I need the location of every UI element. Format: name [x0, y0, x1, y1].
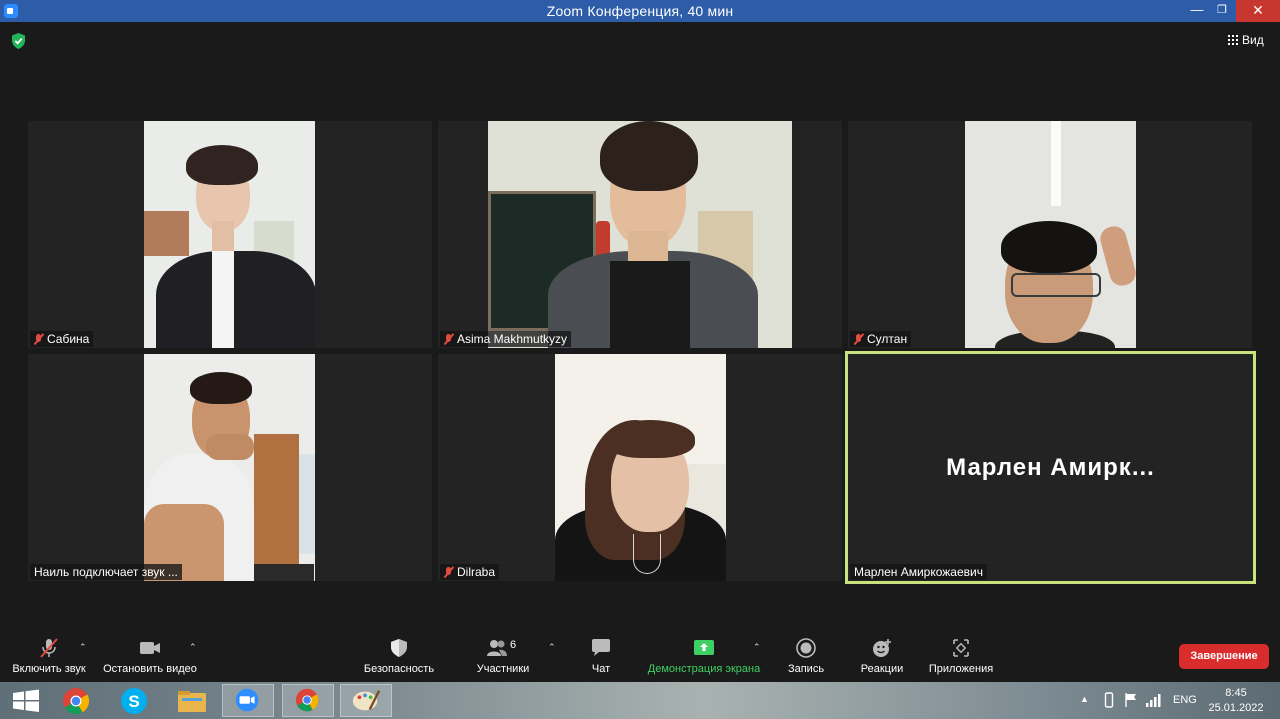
zoom-window: Zoom Конференция, 40 мин — ❐ ✕ Вид Сабин… — [0, 0, 1280, 719]
flag-icon[interactable] — [1124, 692, 1138, 708]
reactions-button[interactable]: Реакции — [852, 630, 912, 682]
network-signal-icon[interactable] — [1145, 692, 1161, 708]
smiley-plus-icon — [873, 639, 891, 657]
windows-taskbar: S ▲ ENG 8:45 25.01.2022 — [0, 682, 1280, 719]
people-icon — [487, 640, 507, 656]
apps-label: Приложения — [928, 663, 994, 675]
muted-microphone-icon — [34, 333, 43, 345]
apps-icon — [953, 639, 969, 657]
shield-icon — [391, 639, 407, 657]
share-screen-label: Демонстрация экрана — [647, 663, 761, 675]
view-label: Вид — [1242, 33, 1264, 47]
skype-icon[interactable]: S — [108, 684, 160, 717]
participant-name-tag: Asima Makhmutkyzy — [440, 331, 572, 347]
participant-name: Dilraba — [457, 565, 496, 579]
muted-microphone-icon — [444, 333, 453, 345]
paint-palette-icon — [352, 690, 381, 711]
audio-options-caret[interactable]: ⌃ — [79, 642, 87, 653]
participant-tile[interactable]: Наиль подключает звук ... — [28, 354, 432, 581]
windows-start-icon[interactable] — [0, 684, 52, 717]
participant-name: Наиль подключает звук ... — [34, 565, 178, 579]
participant-name-tag: Марлен Амиркожаевич — [850, 564, 987, 580]
share-screen-button[interactable]: Демонстрация экрана — [644, 630, 764, 682]
reactions-label: Реакции — [860, 663, 904, 675]
apps-button[interactable]: Приложения — [922, 630, 1000, 682]
participant-name-tag: Султан — [850, 331, 912, 347]
security-button[interactable]: Безопасность — [357, 630, 441, 682]
participant-name-tag: Dilraba — [440, 564, 500, 580]
participant-tile[interactable]: Asima Makhmutkyzy — [438, 121, 842, 348]
stop-video-label: Остановить видео — [103, 663, 197, 675]
chrome-icon — [295, 688, 319, 712]
muted-microphone-icon — [854, 333, 863, 345]
view-button[interactable]: Вид — [1228, 31, 1264, 49]
participant-video — [144, 121, 315, 348]
participant-tile[interactable]: Сабина — [28, 121, 432, 348]
record-label: Запись — [787, 663, 825, 675]
muted-microphone-icon — [40, 638, 58, 658]
show-hidden-icons-caret[interactable]: ▲ — [1080, 694, 1089, 719]
input-language[interactable]: ENG — [1173, 694, 1197, 719]
paint-taskbar-button[interactable] — [340, 684, 392, 717]
end-meeting-button[interactable]: Завершение — [1179, 644, 1269, 669]
share-options-caret[interactable]: ⌃ — [753, 642, 761, 653]
participants-count: 6 — [510, 639, 517, 651]
shield-check-icon[interactable] — [11, 33, 26, 49]
zoom-taskbar-button[interactable] — [222, 684, 274, 717]
record-button[interactable]: Запись — [780, 630, 832, 682]
video-camera-icon — [140, 642, 160, 654]
security-label: Безопасность — [363, 663, 435, 675]
chat-label: Чат — [591, 663, 611, 675]
meeting-toolbar: Включить звук ⌃ Остановить видео ⌃ Безоп… — [0, 630, 1280, 682]
chat-button[interactable]: Чат — [576, 630, 626, 682]
chrome-icon[interactable] — [50, 684, 102, 717]
muted-microphone-icon — [444, 566, 453, 578]
share-screen-icon — [694, 640, 714, 655]
clock-time: 8:45 — [1225, 687, 1247, 699]
minimize-button[interactable]: — — [1183, 0, 1211, 22]
unmute-button[interactable]: Включить звук — [4, 630, 94, 682]
participant-name-tag: Наиль подключает звук ... — [30, 564, 182, 580]
file-explorer-icon[interactable] — [166, 684, 218, 717]
participant-video — [965, 121, 1136, 348]
title-bar: Zoom Конференция, 40 мин — ❐ ✕ — [0, 0, 1280, 22]
restore-button[interactable]: ❐ — [1208, 0, 1236, 22]
active-speaker-tile[interactable]: Марлен Амирк... Марлен Амиркожаевич — [845, 351, 1256, 584]
record-icon — [796, 638, 816, 658]
clock-date: 25.01.2022 — [1208, 702, 1264, 714]
participant-tile[interactable]: Султан — [848, 121, 1252, 348]
participant-tile[interactable]: Dilraba — [438, 354, 842, 581]
participant-video — [488, 121, 792, 348]
window-title: Zoom Конференция, 40 мин — [546, 3, 734, 19]
participant-name: Asima Makhmutkyzy — [457, 332, 568, 346]
svg-text:S: S — [128, 692, 139, 711]
chrome-taskbar-button[interactable] — [282, 684, 334, 717]
video-options-caret[interactable]: ⌃ — [189, 642, 197, 653]
grid-icon — [1228, 35, 1238, 45]
chat-bubble-icon — [592, 639, 610, 656]
participant-name-tag: Сабина — [30, 331, 94, 347]
participant-video — [555, 354, 726, 581]
participant-name: Султан — [867, 332, 908, 346]
participant-name: Марлен Амиркожаевич — [854, 565, 983, 579]
participants-label: Участники — [476, 663, 530, 675]
participant-name: Сабина — [47, 332, 90, 346]
system-clock[interactable]: 8:45 25.01.2022 — [1206, 686, 1266, 716]
close-button[interactable]: ✕ — [1236, 0, 1280, 22]
zoom-icon — [235, 688, 259, 712]
stop-video-button[interactable]: Остановить видео — [100, 630, 200, 682]
participants-options-caret[interactable]: ⌃ — [548, 642, 556, 653]
phone-icon[interactable] — [1104, 692, 1114, 708]
participant-video — [144, 354, 315, 581]
participants-button[interactable]: 6 Участники — [468, 630, 538, 682]
participant-display-name: Марлен Амирк... — [946, 454, 1155, 481]
unmute-label: Включить звук — [12, 663, 86, 675]
